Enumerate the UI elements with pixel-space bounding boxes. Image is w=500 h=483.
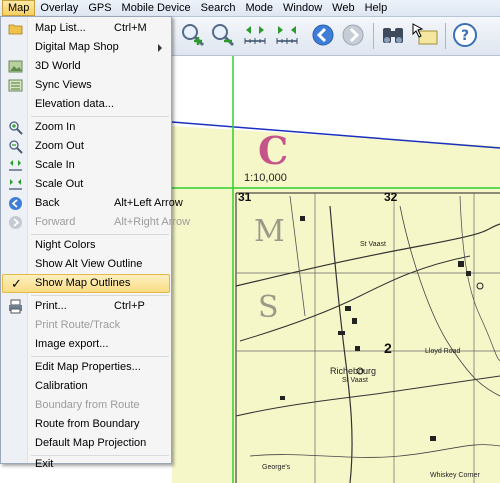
help-tool-button[interactable]: ? — [451, 21, 479, 49]
zoom-in-icon — [9, 121, 23, 135]
menu-item-elevation-data[interactable]: Elevation data... — [2, 95, 170, 114]
menu-gps[interactable]: GPS — [83, 0, 116, 16]
forward-arrow-icon — [342, 24, 364, 46]
sync-views-icon — [8, 79, 23, 92]
menu-separator — [31, 234, 169, 235]
map-place-label: Whiskey Corner — [430, 472, 480, 479]
check-icon: ✓ — [11, 276, 22, 291]
scale-in-icon — [244, 26, 266, 44]
menu-window[interactable]: Window — [278, 0, 327, 16]
printer-icon — [9, 299, 22, 314]
map-grid-number: 2 — [384, 340, 392, 356]
menu-item-exit[interactable]: Exit — [2, 444, 170, 470]
menu-item-edit-map-properties[interactable]: Edit Map Properties... — [2, 358, 170, 377]
menu-item-forward[interactable]: Forward Alt+Right Arrow — [2, 213, 190, 232]
help-icon: ? — [453, 23, 477, 47]
menu-item-3d-world[interactable]: 3D World — [2, 57, 170, 76]
select-tool-button[interactable] — [411, 21, 439, 49]
map-place-label: Lloyd Road — [425, 348, 461, 355]
zoom-out-icon — [212, 24, 235, 47]
svg-text:?: ? — [461, 28, 469, 44]
binoculars-tool-button[interactable] — [379, 21, 407, 49]
map-place-label: Richebourg — [330, 366, 377, 376]
menu-separator — [31, 356, 169, 357]
menu-item-show-map-outlines[interactable]: ✓ Show Map Outlines — [2, 274, 170, 293]
menu-item-digital-map-shop[interactable]: Digital Map Shop — [2, 38, 170, 57]
map-sheet-letter: C — [258, 128, 289, 173]
menu-overlay[interactable]: Overlay — [35, 0, 83, 16]
menu-item-back[interactable]: Back Alt+Left Arrow — [2, 194, 183, 213]
menu-item-sync-views[interactable]: Sync Views — [2, 76, 170, 95]
menu-item-zoom-out[interactable]: Zoom Out — [2, 137, 170, 156]
map-grid-letter: S — [258, 290, 279, 325]
toolbar: ? — [171, 17, 500, 56]
menu-item-print[interactable]: Print... Ctrl+P — [2, 297, 170, 316]
menu-item-calibration[interactable]: Calibration — [2, 377, 170, 396]
menu-bar: Map Overlay GPS Mobile Device Search Mod… — [0, 0, 500, 17]
zoom-in-tool-button[interactable] — [179, 21, 207, 49]
map-place-label: St Vaast — [342, 377, 368, 384]
map-place-label: George's — [262, 464, 291, 471]
menu-search[interactable]: Search — [196, 0, 241, 16]
menu-help[interactable]: Help — [360, 0, 393, 16]
map-scale-label: 1:10,000 — [244, 172, 287, 184]
folder-icon — [8, 24, 23, 35]
binoculars-icon — [383, 28, 403, 43]
menu-separator — [31, 295, 169, 296]
map-place-label: St Vaast — [360, 241, 386, 248]
map-grid-letter: M — [254, 214, 285, 249]
map-grid-number: 31 — [238, 190, 252, 204]
menu-mode[interactable]: Mode — [241, 0, 279, 16]
scale-out-tool-button[interactable] — [273, 21, 301, 49]
back-arrow-icon — [9, 197, 22, 210]
map-grid-number: 32 — [384, 190, 398, 204]
map-dropdown-menu: Map List... Ctrl+M Digital Map Shop 3D W… — [0, 16, 190, 470]
menu-separator — [31, 116, 169, 117]
menu-item-night-colors[interactable]: Night Colors — [2, 236, 170, 255]
menu-mobile-device[interactable]: Mobile Device — [117, 0, 196, 16]
menu-item-show-alt-view-outline[interactable]: Show Alt View Outline — [2, 255, 170, 274]
forward-tool-button[interactable] — [339, 21, 367, 49]
menu-map[interactable]: Map — [2, 0, 36, 16]
back-tool-button[interactable] — [309, 21, 337, 49]
toolbar-separator — [373, 23, 374, 49]
menu-item-map-list[interactable]: Map List... Ctrl+M — [2, 19, 170, 38]
menu-item-zoom-in[interactable]: Zoom In — [2, 118, 170, 137]
back-arrow-icon — [312, 24, 334, 46]
3d-world-icon — [8, 60, 23, 73]
menu-item-print-route-track[interactable]: Print Route/Track — [2, 316, 170, 335]
menu-item-image-export[interactable]: Image export... — [2, 335, 170, 354]
menu-item-scale-in[interactable]: Scale In — [2, 156, 170, 175]
scale-out-icon — [9, 179, 22, 190]
scale-in-icon — [9, 160, 22, 171]
menu-web[interactable]: Web — [327, 0, 359, 16]
zoom-out-icon — [9, 140, 23, 154]
menu-item-route-from-boundary[interactable]: Route from Boundary — [2, 415, 170, 434]
scale-out-icon — [276, 26, 298, 44]
zoom-in-icon — [182, 24, 205, 47]
menu-item-boundary-from-route[interactable]: Boundary from Route — [2, 396, 170, 415]
cursor-label-icon — [412, 23, 438, 45]
toolbar-separator — [445, 23, 446, 49]
menu-item-scale-out[interactable]: Scale Out — [2, 175, 170, 194]
scale-in-tool-button[interactable] — [241, 21, 269, 49]
zoom-out-tool-button[interactable] — [209, 21, 237, 49]
submenu-arrow-icon — [158, 44, 162, 52]
forward-arrow-icon — [9, 216, 22, 229]
